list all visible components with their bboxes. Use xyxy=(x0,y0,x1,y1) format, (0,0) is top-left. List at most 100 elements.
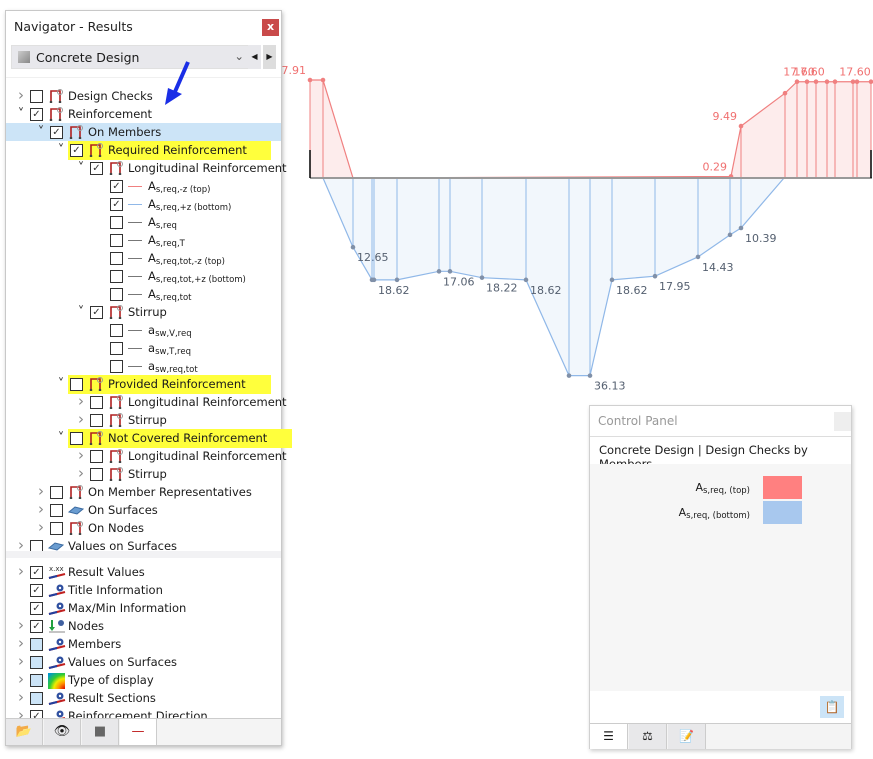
checkbox[interactable] xyxy=(110,342,123,355)
checkbox[interactable] xyxy=(90,414,103,427)
checkbox[interactable]: ✓ xyxy=(110,180,123,193)
display-item[interactable]: › ✓ x.xx Result Values xyxy=(6,562,281,581)
chevron-right-icon[interactable]: › xyxy=(16,652,26,670)
tree-item[interactable]: As,req xyxy=(6,213,281,231)
checkbox[interactable]: ✓ xyxy=(110,198,123,211)
tree-item[interactable]: As,req,tot,-z (top) xyxy=(6,249,281,267)
checkbox[interactable]: ✓ xyxy=(70,144,83,157)
tab-results[interactable]: — xyxy=(120,719,157,745)
checkbox[interactable] xyxy=(110,324,123,337)
chevron-down-icon[interactable]: ˅ xyxy=(56,377,66,392)
chevron-right-icon[interactable]: › xyxy=(16,634,26,652)
checkbox[interactable] xyxy=(30,674,43,687)
checkbox[interactable]: ✓ xyxy=(30,584,43,597)
close-button[interactable] xyxy=(834,412,851,431)
checkbox[interactable] xyxy=(50,522,63,535)
tree-item[interactable]: ˅ ✓ Longitudinal Reinforcement xyxy=(6,159,287,177)
tree-item[interactable]: As,req,tot xyxy=(6,285,281,303)
tree-item[interactable]: asw,T,req xyxy=(6,339,281,357)
checkbox[interactable] xyxy=(110,216,123,229)
tab-camera[interactable]: ■ xyxy=(82,719,119,745)
checkbox[interactable] xyxy=(30,638,43,651)
tree-item[interactable]: › Longitudinal Reinforcement xyxy=(6,446,287,465)
display-item[interactable]: › Values on Surfaces xyxy=(6,652,281,671)
checkbox[interactable]: ✓ xyxy=(50,126,63,139)
checkbox[interactable] xyxy=(70,432,83,445)
checkbox[interactable]: ✓ xyxy=(90,306,103,319)
display-item[interactable]: › Type of display xyxy=(6,670,281,689)
tree-item[interactable]: asw,req,tot xyxy=(6,357,281,375)
close-button[interactable]: x xyxy=(262,19,279,36)
checkbox[interactable] xyxy=(50,486,63,499)
chevron-right-icon[interactable]: › xyxy=(76,464,86,482)
prev-button[interactable]: ◀ xyxy=(248,45,261,69)
tree-item[interactable]: ˅ Not Covered Reinforcement xyxy=(6,429,292,448)
chevron-right-icon[interactable]: › xyxy=(76,446,86,464)
tree-item[interactable]: As,req,T xyxy=(6,231,281,249)
tree-item[interactable]: › On Surfaces xyxy=(6,500,281,519)
checkbox[interactable]: ✓ xyxy=(30,566,43,579)
next-button[interactable]: ▶ xyxy=(263,45,276,69)
tree-item[interactable]: ˅ ✓ Stirrup xyxy=(6,303,281,321)
checkbox[interactable] xyxy=(30,90,43,103)
checkbox[interactable] xyxy=(110,234,123,247)
checkbox[interactable] xyxy=(110,288,123,301)
tree-item[interactable]: › Stirrup xyxy=(6,410,281,429)
tree-item[interactable]: ˅ ✓ Required Reinforcement xyxy=(6,141,281,160)
tree-item[interactable]: ✓ As,req,+z (bottom) xyxy=(6,195,281,213)
tree-item[interactable]: ˅ ✓ On Members xyxy=(6,123,281,141)
chevron-down-icon[interactable]: ˅ xyxy=(16,107,26,122)
checkbox[interactable]: ✓ xyxy=(30,602,43,615)
tree-item[interactable]: As,req,tot,+z (bottom) xyxy=(6,267,281,285)
chevron-down-icon[interactable]: ˅ xyxy=(36,125,46,140)
display-item[interactable]: › ✓ Nodes xyxy=(6,616,281,635)
checkbox[interactable] xyxy=(90,396,103,409)
tab-settings[interactable]: 📝 xyxy=(668,724,706,749)
checkbox[interactable] xyxy=(110,360,123,373)
chevron-right-icon[interactable]: › xyxy=(36,518,46,536)
chevron-down-icon[interactable]: ˅ xyxy=(56,143,66,158)
chevron-right-icon[interactable]: › xyxy=(16,86,26,104)
checkbox[interactable] xyxy=(30,692,43,705)
checkbox[interactable] xyxy=(30,656,43,669)
tree-item[interactable]: ˅ Provided Reinforcement xyxy=(6,375,281,394)
module-dropdown[interactable]: Concrete Design ⌄ xyxy=(11,45,251,69)
tab-data[interactable]: 📂 xyxy=(6,719,43,745)
chevron-down-icon[interactable]: ˅ xyxy=(56,431,66,446)
tab-color-scale[interactable]: ☰ xyxy=(590,724,628,749)
tree-item[interactable]: ˅ ✓ Reinforcement xyxy=(6,105,281,123)
chevron-right-icon[interactable]: › xyxy=(76,410,86,428)
checkbox[interactable]: ✓ xyxy=(30,620,43,633)
checkbox[interactable]: ✓ xyxy=(30,108,43,121)
checkbox[interactable] xyxy=(90,468,103,481)
chevron-down-icon[interactable]: ˅ xyxy=(76,305,86,320)
checkbox[interactable] xyxy=(50,504,63,517)
export-button[interactable]: 📋 xyxy=(820,696,844,718)
tab-balance[interactable]: ⚖ xyxy=(629,724,667,749)
checkbox[interactable]: ✓ xyxy=(90,162,103,175)
checkbox[interactable] xyxy=(70,378,83,391)
tree-item[interactable]: › On Member Representatives xyxy=(6,482,281,501)
chevron-right-icon[interactable]: › xyxy=(16,688,26,706)
tree-item[interactable]: › Longitudinal Reinforcement xyxy=(6,392,287,411)
chevron-down-icon[interactable]: ˅ xyxy=(76,161,86,176)
tree-item[interactable]: › Stirrup xyxy=(6,464,281,483)
checkbox[interactable] xyxy=(110,252,123,265)
display-item[interactable]: ✓ Title Information xyxy=(6,581,281,599)
display-item[interactable]: › Members xyxy=(6,634,281,653)
chevron-right-icon[interactable]: › xyxy=(36,482,46,500)
checkbox[interactable] xyxy=(90,450,103,463)
display-item[interactable]: › Result Sections xyxy=(6,688,281,707)
display-item[interactable]: ✓ Max/Min Information xyxy=(6,599,281,617)
chevron-right-icon[interactable]: › xyxy=(76,392,86,410)
chevron-right-icon[interactable]: › xyxy=(16,670,26,688)
chevron-right-icon[interactable]: › xyxy=(16,562,26,580)
tree-item[interactable]: ✓ As,req,-z (top) xyxy=(6,177,281,195)
tab-eye[interactable]: 👁 xyxy=(44,719,81,745)
tree-item[interactable]: › Design Checks xyxy=(6,86,281,105)
tree-item[interactable]: asw,V,req xyxy=(6,321,281,339)
chevron-right-icon[interactable]: › xyxy=(16,616,26,634)
checkbox[interactable] xyxy=(110,270,123,283)
tree-item[interactable]: › On Nodes xyxy=(6,518,281,537)
chevron-right-icon[interactable]: › xyxy=(36,500,46,518)
